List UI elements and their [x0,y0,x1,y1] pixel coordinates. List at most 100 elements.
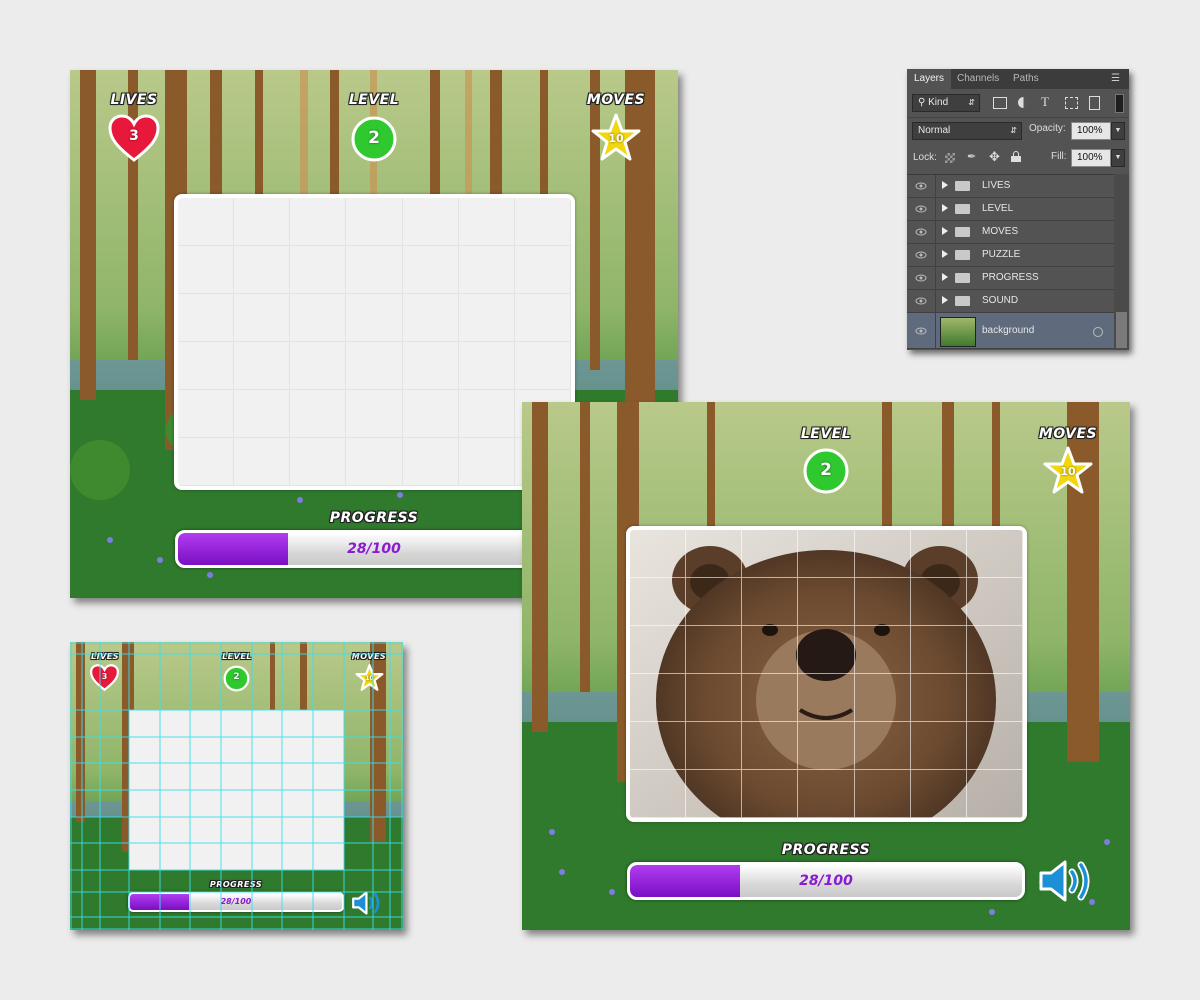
puzzle-tile[interactable] [910,770,967,818]
blend-mode-select[interactable]: Normal ⇵ [912,122,1022,140]
filter-shape-icon[interactable] [1065,97,1078,109]
puzzle-tile[interactable] [742,626,799,674]
puzzle-tile[interactable] [346,294,403,342]
puzzle-tile[interactable] [458,438,515,486]
puzzle-tile[interactable] [290,390,347,438]
expand-arrow-icon[interactable] [942,204,948,212]
opacity-input[interactable]: 100% [1071,122,1111,140]
puzzle-tile[interactable] [854,722,911,770]
puzzle-tile[interactable] [630,674,687,722]
puzzle-tile[interactable] [290,246,347,294]
puzzle-tile[interactable] [742,722,799,770]
puzzle-tile[interactable] [346,198,403,246]
puzzle-tile[interactable] [346,438,403,486]
visibility-eye-icon[interactable] [907,198,936,221]
layer-row-progress[interactable]: PROGRESS [907,267,1114,290]
puzzle-tile[interactable] [402,438,459,486]
puzzle-tile[interactable] [686,770,743,818]
panel-menu-icon[interactable]: ☰ [1111,73,1125,84]
puzzle-tile[interactable] [402,294,459,342]
puzzle-tile[interactable] [630,530,687,578]
puzzle-tile[interactable] [854,674,911,722]
layer-row-background[interactable]: background [907,313,1114,349]
puzzle-tile[interactable] [234,342,291,390]
puzzle-tile[interactable] [910,578,967,626]
puzzle-tile[interactable] [402,198,459,246]
sound-icon[interactable] [1037,858,1095,904]
puzzle-tile[interactable] [742,530,799,578]
filter-kind-select[interactable]: ⚲ Kind ⇵ [912,94,980,112]
puzzle-tile[interactable] [178,390,235,438]
puzzle-board[interactable] [626,526,1027,822]
puzzle-tile[interactable] [966,770,1023,818]
puzzle-tile[interactable] [798,674,855,722]
puzzle-tile[interactable] [798,770,855,818]
puzzle-tile[interactable] [686,626,743,674]
puzzle-tile[interactable] [458,198,515,246]
puzzle-tile[interactable] [514,198,571,246]
puzzle-tile[interactable] [742,674,799,722]
expand-arrow-icon[interactable] [942,273,948,281]
lock-move-icon[interactable]: ✥ [989,149,1000,165]
tab-layers[interactable]: Layers [907,69,952,89]
puzzle-tile[interactable] [966,530,1023,578]
layer-list-scrollbar[interactable] [1114,174,1129,350]
tab-paths[interactable]: Paths [1006,69,1046,89]
opacity-dropdown-button[interactable]: ▼ [1111,122,1125,140]
layer-row-level[interactable]: LEVEL [907,198,1114,221]
puzzle-tile[interactable] [798,722,855,770]
filter-adjustment-icon[interactable] [1018,97,1029,108]
puzzle-tile[interactable] [910,530,967,578]
expand-arrow-icon[interactable] [942,250,948,258]
puzzle-tile[interactable] [514,246,571,294]
puzzle-tile[interactable] [290,438,347,486]
puzzle-tile[interactable] [966,578,1023,626]
layer-row-moves[interactable]: MOVES [907,221,1114,244]
visibility-eye-icon[interactable] [907,290,936,313]
puzzle-tile[interactable] [402,390,459,438]
puzzle-tile[interactable] [630,626,687,674]
puzzle-tile[interactable] [234,438,291,486]
puzzle-tile[interactable] [854,626,911,674]
lock-brush-icon[interactable]: ✒ [967,150,976,163]
puzzle-tile[interactable] [966,626,1023,674]
fill-input[interactable]: 100% [1071,149,1111,167]
puzzle-tile[interactable] [854,578,911,626]
expand-arrow-icon[interactable] [942,181,948,189]
lock-transparency-icon[interactable] [945,153,955,163]
puzzle-tile[interactable] [290,198,347,246]
puzzle-tile[interactable] [686,674,743,722]
puzzle-tile[interactable] [742,770,799,818]
puzzle-board[interactable] [174,194,575,490]
puzzle-tile[interactable] [910,722,967,770]
filter-type-icon[interactable]: T [1041,94,1049,110]
puzzle-tile[interactable] [630,578,687,626]
puzzle-tile[interactable] [798,578,855,626]
layer-row-sound[interactable]: SOUND [907,290,1114,313]
puzzle-tile[interactable] [234,198,291,246]
fill-dropdown-button[interactable]: ▼ [1111,149,1125,167]
puzzle-tile[interactable] [798,530,855,578]
puzzle-tile[interactable] [234,390,291,438]
puzzle-tile[interactable] [854,530,911,578]
puzzle-tile[interactable] [290,294,347,342]
puzzle-tile[interactable] [178,342,235,390]
puzzle-tile[interactable] [346,342,403,390]
puzzle-tile[interactable] [798,626,855,674]
puzzle-tile[interactable] [458,246,515,294]
layer-row-lives[interactable]: LIVES [907,175,1114,198]
puzzle-tile[interactable] [630,722,687,770]
puzzle-tile[interactable] [402,342,459,390]
scrollbar-thumb[interactable] [1116,312,1127,348]
puzzle-tile[interactable] [458,294,515,342]
visibility-eye-icon[interactable] [907,313,936,349]
puzzle-tile[interactable] [966,722,1023,770]
puzzle-tile[interactable] [178,294,235,342]
puzzle-tile[interactable] [178,246,235,294]
puzzle-tile[interactable] [514,294,571,342]
tab-channels[interactable]: Channels [950,69,1006,89]
puzzle-tile[interactable] [234,294,291,342]
puzzle-tile[interactable] [234,246,291,294]
puzzle-tile[interactable] [402,246,459,294]
puzzle-tile[interactable] [630,770,687,818]
